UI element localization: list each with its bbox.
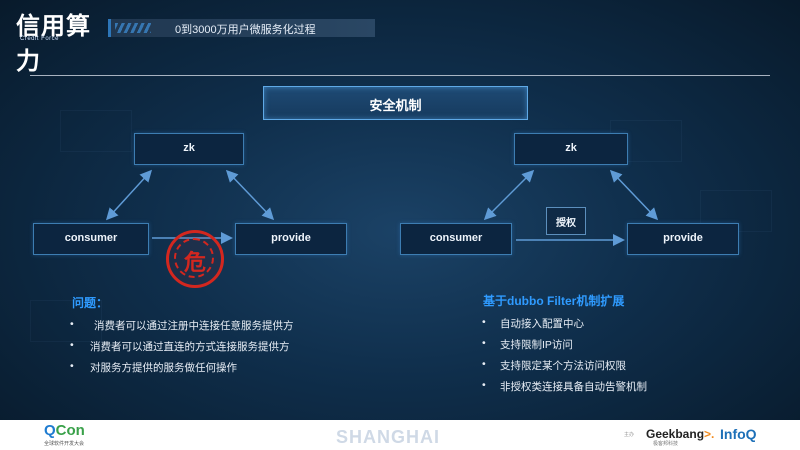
provide-node-left: provide [235,223,347,255]
geekbang-logo: Geekbang>. [646,427,715,441]
arrow-consumer-zk-right [483,169,535,221]
provide-label: provide [663,232,703,244]
list-item: • 消费者可以通过注册中连接任意服务提供方 [70,318,294,332]
danger-stamp-icon: 危 [166,230,224,288]
authorization-label: 授权 [556,218,576,229]
provide-node-right: provide [627,223,739,255]
list-item: • 自动接入配置中心 [482,316,584,330]
consumer-node-left: consumer [33,223,149,255]
zk-label: zk [183,142,195,154]
arrow-zk-provide [225,169,275,221]
list-item: • 对服务方提供的服务做任何操作 [70,360,237,374]
city-watermark: SHANGHAI [336,427,441,447]
zk-node-left: zk [134,133,244,165]
problems-title: 问题： [72,296,109,310]
list-item: • 消费者可以通过直连的方式连接服务提供方 [70,339,290,353]
consumer-label: consumer [429,232,483,244]
qcon-logo: QCon [44,422,85,439]
list-item: • 支持限制IP访问 [482,337,573,351]
consumer-label: consumer [64,232,118,244]
arrow-consumer-zk [105,169,153,221]
solution-list: • 自动接入配置中心 • 支持限制IP访问 • 支持限定某个方法访问权限 • 非授权类连… [482,316,762,400]
sponsor-prefix: 主办 [624,432,635,438]
solution-title: 基于dubbo Filter机制扩展 [483,294,625,308]
authorization-box: 授权 [546,207,586,235]
arrow-zk-provide-right [609,169,659,221]
problems-list: • 消费者可以通过注册中连接任意服务提供方 • 消费者可以通过直连的方式连接服务提供… [70,318,370,381]
list-item: • 支持限定某个方法访问权限 [482,358,626,372]
infoq-logo: InfoQ [720,426,757,442]
zk-node-right: zk [514,133,628,165]
danger-stamp-char: 危 [183,250,206,275]
zk-label: zk [565,142,577,154]
provide-label: provide [271,232,311,244]
consumer-node-right: consumer [400,223,512,255]
qcon-subtitle: 全球软件开发大会 [44,441,85,447]
geekbang-subtitle: 极客邦科技 [653,441,679,447]
list-item: • 非授权类连接具备自动告警机制 [482,379,647,393]
